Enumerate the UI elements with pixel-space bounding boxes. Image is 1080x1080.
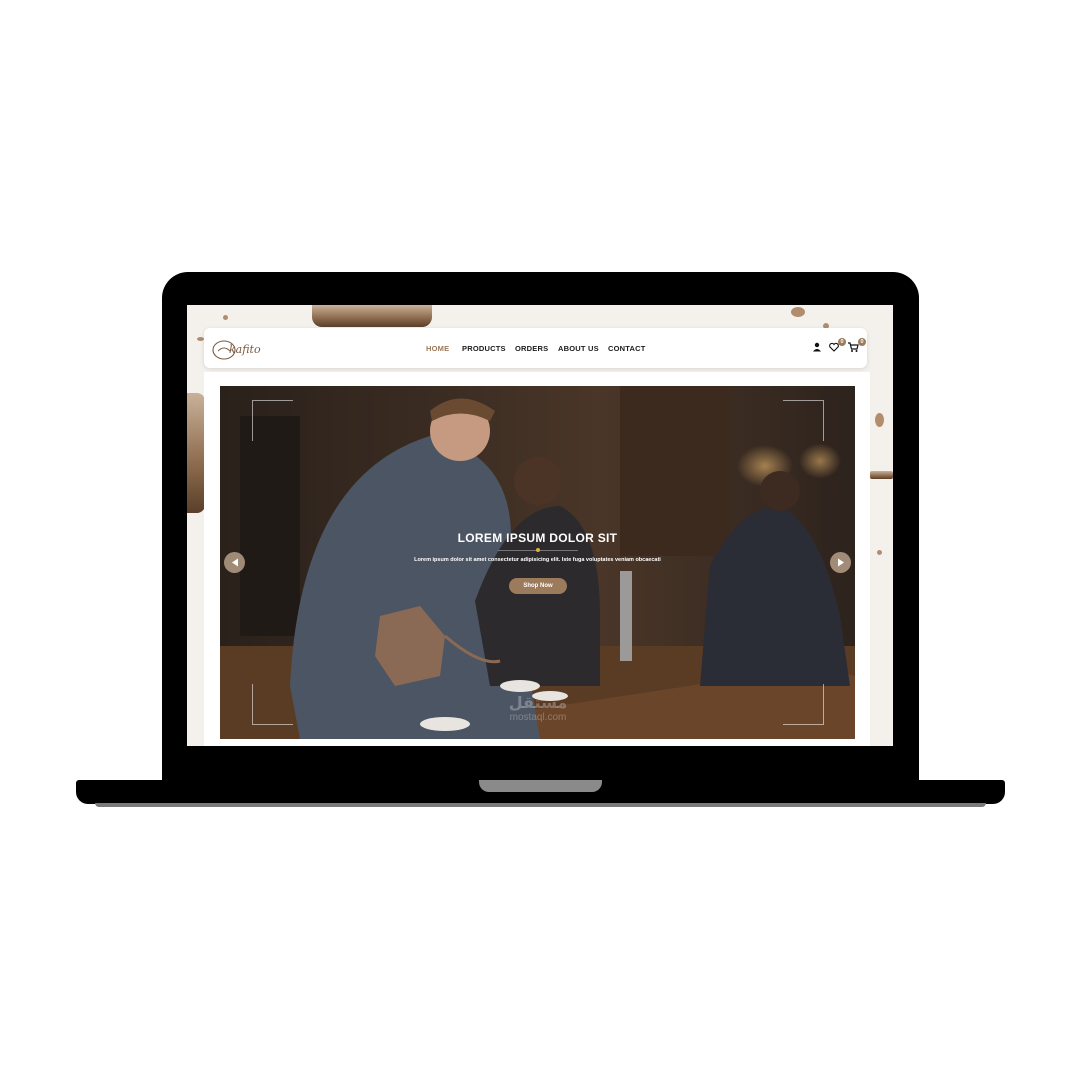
hero-title: LOREM IPSUM DOLOR SIT [457,531,618,545]
nav-item-orders[interactable]: ORDERS [515,344,548,353]
frame-corner-top-right [783,400,824,441]
arrow-right-icon [838,558,844,567]
background-lamp [312,305,432,327]
brand-logo[interactable]: kafito [210,336,262,362]
watermark-arabic: مستقل [508,693,568,712]
shop-now-button[interactable]: Shop Now [509,578,567,594]
nav-item-products[interactable]: PRODUCTS [462,344,506,353]
background-speck [791,307,805,317]
nav-item-contact[interactable]: CONTACT [608,344,646,353]
laptop-hinge-notch [479,780,602,792]
user-icon[interactable] [811,341,823,353]
background-vase [187,393,205,513]
frame-corner-top-left [252,400,293,441]
background-speck [875,413,884,427]
hero-divider-dot [536,548,540,552]
background-speck [197,337,204,341]
hero-slider: LOREM IPSUM DOLOR SIT Lorem ipsum dolor … [220,386,855,739]
frame-corner-bottom-right [783,684,824,725]
nav-item-home[interactable]: HOME [426,344,449,353]
svg-text:kafito: kafito [229,343,261,356]
background-speck [223,315,228,320]
cart-count-badge: 0 [858,338,866,346]
arrow-left-icon [232,558,238,567]
nav-item-about-us[interactable]: ABOUT US [558,344,599,353]
background-speck [877,550,882,555]
hero-subtitle: Lorem ipsum dolor sit amet consectetur a… [414,557,661,563]
watermark: مستقل mostaql.com [490,694,586,724]
background-shelf [870,471,893,479]
laptop-base-shadow [95,803,986,807]
slider-prev-button[interactable] [224,552,245,573]
wishlist-count-badge: 0 [838,338,846,346]
frame-corner-bottom-left [252,684,293,725]
watermark-latin: mostaql.com [509,712,567,723]
slider-next-button[interactable] [830,552,851,573]
